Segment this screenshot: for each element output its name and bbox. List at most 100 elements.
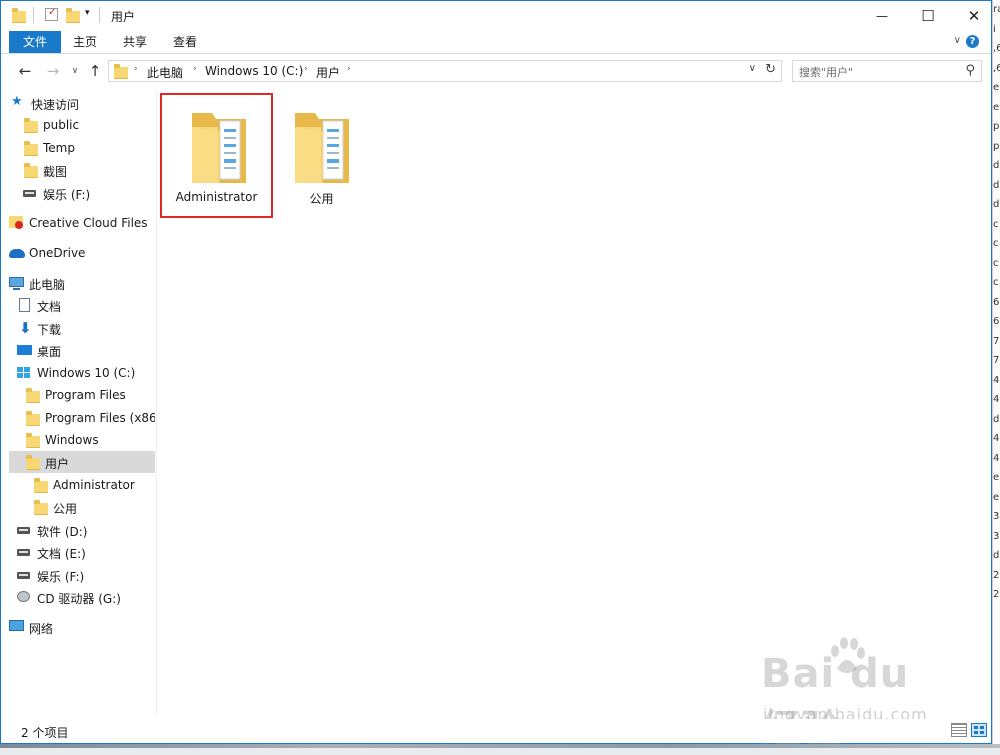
search-box[interactable]: ⚲	[792, 60, 982, 82]
folder-icon	[25, 451, 43, 473]
background-text-fragment: pe	[993, 121, 1000, 132]
search-icon[interactable]: ⚲	[965, 63, 975, 78]
drive-icon	[17, 564, 35, 586]
nav-item[interactable]: 软件 (D:)	[9, 519, 155, 541]
properties-check-icon[interactable]: ✓	[45, 7, 58, 21]
nav-item[interactable]: ⬇ 下载	[9, 317, 155, 339]
nav-item[interactable]: CD 驱动器 (G:)	[9, 586, 155, 608]
document-icon	[17, 294, 35, 316]
nav-item[interactable]: 娱乐 (F:)	[9, 564, 155, 586]
background-text-fragment: 6	[993, 316, 1000, 327]
folder-icon	[25, 429, 43, 451]
nav-item[interactable]: Windows 10 (C:)	[9, 362, 155, 384]
item-count: 2 个项目	[21, 726, 69, 740]
background-text-fragment: e	[993, 101, 1000, 113]
nav-item[interactable]: 网络	[9, 616, 155, 638]
ribbon-expand-icon[interactable]: ∨	[954, 35, 961, 46]
cd-drive-icon	[17, 586, 35, 608]
breadcrumb-users[interactable]: 用户	[316, 64, 340, 81]
tab-view[interactable]: 查看	[165, 31, 205, 53]
window-title: 用户	[111, 10, 136, 24]
up-button[interactable]: ↑	[87, 62, 103, 80]
maximize-button[interactable]: ☐	[905, 1, 951, 31]
folder-icon	[23, 159, 41, 181]
nav-item-label: Windows 10 (C:)	[37, 366, 136, 380]
back-button[interactable]: ←	[17, 62, 33, 80]
tab-file[interactable]: 文件	[9, 31, 61, 53]
nav-item[interactable]: Windows	[9, 429, 155, 451]
network-icon	[9, 616, 27, 638]
background-text-fragment: c	[993, 277, 999, 288]
search-input[interactable]	[797, 63, 961, 81]
breadcrumb-separator[interactable]: ›	[347, 64, 351, 74]
nav-item[interactable]: Program Files (x86)	[9, 407, 155, 429]
details-view-button[interactable]	[951, 723, 967, 737]
help-icon[interactable]: ?	[966, 35, 979, 48]
nav-item-label: 公用	[53, 502, 78, 516]
recent-locations-button[interactable]: ∨	[69, 62, 81, 80]
nav-item-label: public	[43, 118, 80, 132]
nav-item-label: Windows	[45, 433, 99, 447]
background-text-fragment: ,6	[993, 43, 1000, 54]
pane-splitter[interactable]	[156, 91, 157, 716]
nav-item[interactable]: Program Files	[9, 384, 155, 406]
folder-icon	[33, 496, 51, 518]
forward-button[interactable]: →	[45, 62, 61, 80]
nav-item[interactable]: ★ 快速访问	[9, 92, 155, 114]
nav-item-label: 娱乐 (F:)	[43, 188, 91, 202]
background-text-fragment: 3	[993, 511, 1000, 522]
drive-icon	[17, 519, 35, 541]
nav-item[interactable]: Creative Cloud Files	[9, 212, 155, 234]
breadcrumb-separator[interactable]: ›	[134, 64, 138, 74]
background-text-fragment: d	[993, 550, 1000, 561]
background-text-fragment: c	[993, 218, 999, 230]
nav-item[interactable]: Administrator	[9, 474, 155, 496]
background-text-fragment: d	[993, 179, 1000, 191]
tab-home[interactable]: 主页	[65, 31, 105, 53]
file-list-view: Administrator 公用 Bai du jingyan.baidu.co…	[158, 91, 991, 753]
address-dropdown-icon[interactable]: ∨	[749, 63, 756, 74]
folder-tile-public[interactable]: 公用	[265, 95, 378, 220]
nav-item[interactable]: 用户	[9, 451, 155, 473]
large-icons-view-button[interactable]	[971, 723, 987, 737]
background-text-fragment: c	[993, 257, 999, 269]
star-icon: ★	[11, 94, 23, 109]
nav-item-label: 文档	[37, 300, 62, 314]
breadcrumb-separator[interactable]: ›	[193, 64, 197, 74]
nav-item-label: 下载	[37, 323, 62, 337]
background-text-fragment: ,6	[993, 62, 1000, 74]
background-text-fragment: 4e	[993, 374, 1000, 386]
tab-share[interactable]: 共享	[115, 31, 155, 53]
customize-toolbar-icon[interactable]: ▾	[85, 8, 90, 18]
divider	[33, 7, 34, 23]
breadcrumb-this-pc[interactable]: 此电脑	[147, 64, 183, 81]
navigation-pane: ★ 快速访问 public Temp 截图娱乐 (F:) Creative Cloud F…	[9, 91, 155, 716]
nav-item[interactable]: 娱乐 (F:)	[9, 182, 155, 204]
refresh-icon[interactable]: ↻	[765, 62, 776, 77]
background-text-fragment: 7	[993, 335, 1000, 347]
address-bar[interactable]: › 此电脑 › Windows 10 (C:) › 用户 › ∨ ↻	[108, 60, 782, 82]
nav-item[interactable]: 桌面	[9, 339, 155, 361]
download-icon: ⬇	[19, 319, 32, 337]
nav-item-label: 娱乐 (F:)	[37, 570, 85, 584]
nav-item[interactable]: 此电脑	[9, 272, 155, 294]
background-text-fragment: 6	[993, 296, 1000, 308]
nav-item[interactable]: 文档	[9, 294, 155, 316]
background-text-fragment: 4	[993, 452, 1000, 464]
nav-item[interactable]: 公用	[9, 496, 155, 518]
nav-item[interactable]: 截图	[9, 159, 155, 181]
background-text-fragment: 7	[993, 355, 1000, 366]
nav-item[interactable]: public	[9, 114, 155, 136]
new-folder-icon[interactable]	[65, 8, 81, 24]
breadcrumb-c-drive[interactable]: Windows 10 (C:)	[205, 64, 303, 78]
background-text-fragment: d	[993, 199, 1000, 210]
folder-tile-administrator[interactable]: Administrator	[160, 93, 273, 218]
nav-item[interactable]: OneDrive	[9, 242, 155, 264]
minimize-button[interactable]: —	[859, 1, 905, 31]
close-button[interactable]: ✕	[951, 1, 997, 31]
status-bar: 2 个项目	[1, 719, 991, 743]
folder-label: 公用	[309, 192, 334, 206]
nav-item[interactable]: Temp	[9, 137, 155, 159]
nav-item[interactable]: 文档 (E:)	[9, 541, 155, 563]
breadcrumb-separator[interactable]: ›	[304, 64, 308, 74]
